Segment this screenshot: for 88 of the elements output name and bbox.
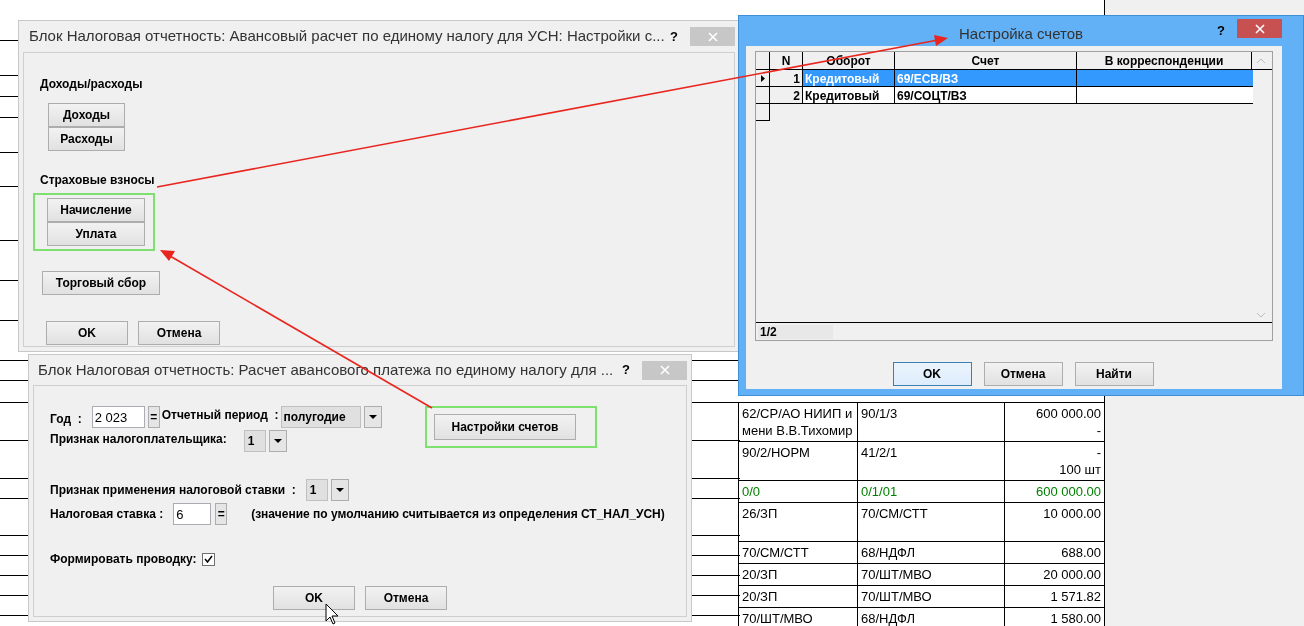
equals-button[interactable]: =	[215, 503, 228, 525]
table-cell: 70/СМ/СТТ	[857, 503, 1004, 541]
table-cell: 20/ЗП	[738, 586, 857, 607]
dialog-button[interactable]: Отмена	[365, 586, 447, 610]
close-icon	[1254, 23, 1265, 34]
dialog-button[interactable]: OK	[892, 362, 972, 386]
field-label: Признак применения налоговой ставки :	[50, 482, 296, 499]
help-button[interactable]: ?	[1217, 21, 1225, 41]
help-button[interactable]: ?	[670, 26, 678, 47]
table-cell: 69/СОЦТ/ВЗ	[895, 87, 1077, 103]
table-cell: 70/СМ/СТТ	[738, 542, 857, 563]
table-cell: Кредитовый	[803, 70, 895, 86]
table-cell: 10 000.00	[1004, 503, 1105, 541]
option-button[interactable]: Торговый сбор	[42, 271, 160, 295]
table-row[interactable]: 1 Кредитовый 69/ЕСВ/ВЗ	[756, 70, 1253, 87]
dropdown-button[interactable]	[363, 406, 382, 428]
dialog-button[interactable]: OK	[273, 586, 355, 610]
option-button[interactable]: Доходы	[48, 103, 125, 127]
table-cell: 26/ЗП	[738, 503, 857, 541]
table-cell: 62/СР/АО НИИП и мени В.В.Тихомир	[738, 403, 857, 441]
table-cell: 70/ШТ/МВО	[857, 586, 1004, 607]
option-button[interactable]: Расходы	[48, 127, 125, 151]
table-cell: 0/1/01	[857, 481, 1004, 502]
table-cell: - 100 шт	[1004, 442, 1105, 480]
caret-icon	[335, 488, 344, 492]
table-cell: 41/2/1	[857, 442, 1004, 480]
close-icon	[707, 31, 718, 42]
scroll-up-icon	[1257, 58, 1265, 63]
dialog-button[interactable]: OK	[46, 321, 128, 345]
hint-text: (значение по умолчанию считывается из определения СТ_НАЛ_УСН)	[251, 506, 665, 523]
table-cell: 70/ШТ/МВО	[857, 564, 1004, 585]
option-button[interactable]: Начисление	[47, 198, 145, 222]
close-icon	[659, 365, 670, 375]
field-label: Год :	[50, 411, 82, 428]
table-cell: 70/ШТ/МВО	[738, 608, 857, 626]
taxpayer-select[interactable]: 1	[243, 430, 266, 452]
field-label: Налоговая ставка :	[50, 506, 164, 523]
caret-icon	[273, 439, 282, 443]
checkbox-label: Формировать проводку:	[50, 551, 197, 568]
group-label: Страховые взносы	[40, 172, 155, 189]
table-cell: 0/0	[738, 481, 857, 502]
column-header: Счет	[895, 52, 1077, 69]
table-cell: 20 000.00	[1004, 564, 1105, 585]
field-label: Признак налогоплательщика:	[50, 431, 227, 448]
table-cell: 600 000.00	[1004, 481, 1105, 502]
caret-icon	[368, 415, 377, 419]
record-counter: 1/2	[758, 324, 833, 339]
table-cell: 2	[770, 87, 803, 103]
accounts-settings-button[interactable]: Настройки счетов	[434, 414, 576, 440]
close-button[interactable]	[1237, 19, 1282, 38]
checkbox[interactable]	[201, 552, 215, 566]
dialog-button[interactable]: Отмена	[138, 321, 220, 345]
table-cell: 600 000.00 -	[1004, 403, 1105, 441]
scroll-down-icon	[1257, 313, 1265, 318]
option-button[interactable]: Уплата	[47, 222, 145, 246]
table-cell: 1	[770, 70, 803, 86]
window-title: Блок Налоговая отчетность: Расчет авансового платежа по единому налогу для ...	[37, 359, 615, 380]
rate-sign-select[interactable]: 1	[305, 479, 328, 501]
row-pointer-icon	[760, 74, 765, 82]
year-field[interactable]: 2 023	[91, 406, 145, 428]
table-cell: 90/2/НОРМ	[738, 442, 857, 480]
column-header: В корреспонденции	[1077, 52, 1252, 69]
table-cell: 68/НДФЛ	[857, 608, 1004, 626]
table-cell: 69/ЕСВ/ВЗ	[895, 70, 1077, 86]
table-cell: 68/НДФЛ	[857, 542, 1004, 563]
table-cell: 1 580.00	[1004, 608, 1105, 626]
dialog-button[interactable]: Отмена	[983, 362, 1063, 386]
table-cell: 20/ЗП	[738, 564, 857, 585]
rate-field[interactable]: 6	[173, 503, 212, 525]
check-icon	[203, 555, 213, 563]
dialog-button[interactable]: Найти	[1074, 362, 1154, 386]
row-indicator	[756, 104, 770, 121]
dropdown-button[interactable]	[330, 479, 349, 501]
group-label: Доходы/расходы	[40, 76, 143, 93]
dropdown-button[interactable]	[268, 430, 287, 452]
table-cell: 688.00	[1004, 542, 1105, 563]
help-button[interactable]: ?	[622, 360, 630, 380]
column-header: N	[770, 52, 803, 69]
window-title: Настройка счетов	[959, 24, 1083, 44]
table-row[interactable]: 2 Кредитовый 69/СОЦТ/ВЗ	[756, 87, 1253, 104]
equals-button[interactable]: =	[147, 406, 160, 428]
table-cell: 90/1/3	[857, 403, 1004, 441]
table-cell: 1 571.82	[1004, 586, 1105, 607]
column-header: Оборот	[803, 52, 895, 69]
period-select[interactable]: полугодие	[280, 406, 361, 428]
field-label: Отчетный период :	[161, 407, 279, 424]
table-cell: Кредитовый	[803, 87, 895, 103]
window-title: Блок Налоговая отчетность: Авансовый расчет по единому налогу для УСН: Настройки с...	[28, 26, 666, 47]
